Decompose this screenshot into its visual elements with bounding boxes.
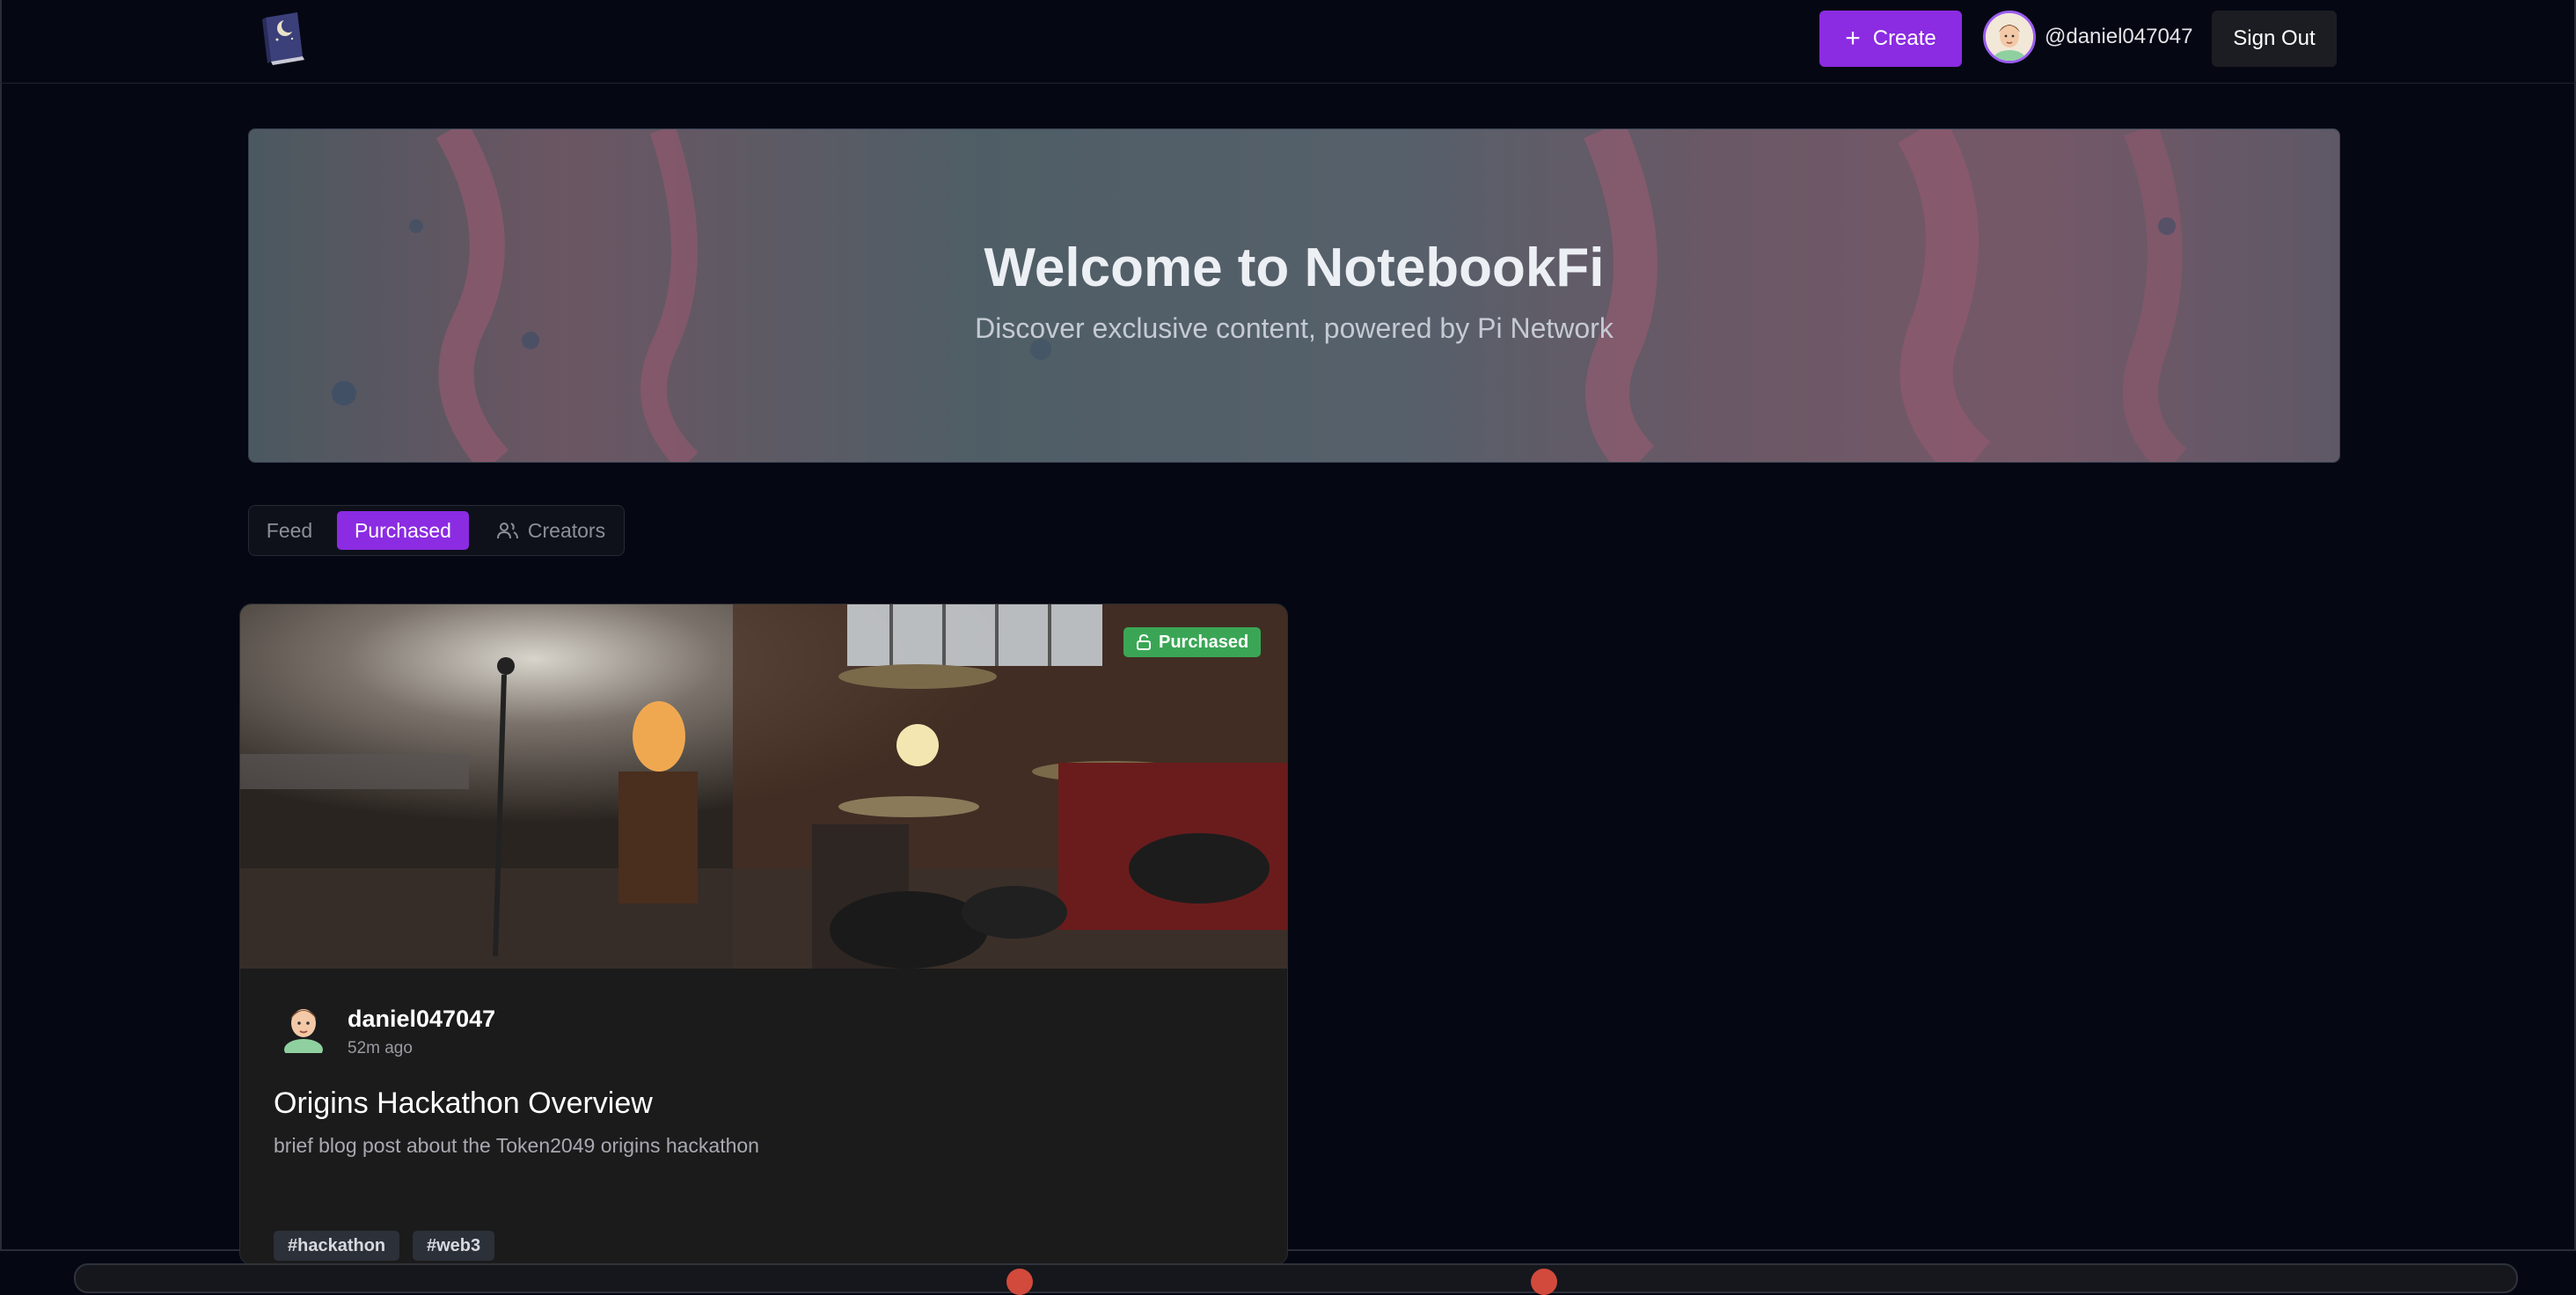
users-icon <box>496 523 518 539</box>
window-border-left <box>0 0 2 1251</box>
bottom-dock <box>74 1263 2518 1293</box>
create-button[interactable]: + Create <box>1819 11 1962 67</box>
tag-web3[interactable]: #web3 <box>413 1231 495 1261</box>
post-cover-image <box>240 604 1287 969</box>
notebook-moon-logo[interactable] <box>253 9 311 67</box>
post-timestamp: 52m ago <box>348 1039 413 1057</box>
post-title[interactable]: Origins Hackathon Overview <box>274 1086 653 1121</box>
purchased-badge-label: Purchased <box>1159 632 1249 652</box>
unlock-icon <box>1137 634 1151 650</box>
hero-subtitle: Discover exclusive content, powered by P… <box>975 312 1614 344</box>
tab-feed[interactable]: Feed <box>261 511 318 550</box>
create-button-label: Create <box>1872 26 1936 50</box>
post-card[interactable]: Purchased daniel047047 52m ago Origins H… <box>239 604 1288 1265</box>
author-name[interactable]: daniel047047 <box>348 1006 495 1033</box>
tab-creators-label: Creators <box>527 518 606 542</box>
tab-creators[interactable]: Creators <box>485 511 617 550</box>
dock-app-icon[interactable] <box>1006 1269 1033 1295</box>
tab-purchased[interactable]: Purchased <box>337 511 469 550</box>
dock-app-icon[interactable] <box>1531 1269 1557 1295</box>
content-tabs: Feed Purchased Creators <box>248 505 625 556</box>
top-header: + Create @daniel047047 Sign Out <box>0 0 2576 84</box>
author-avatar[interactable] <box>275 997 332 1053</box>
sign-out-button[interactable]: Sign Out <box>2212 11 2337 67</box>
tag-hackathon[interactable]: #hackathon <box>274 1231 400 1261</box>
purchased-badge: Purchased <box>1123 627 1262 657</box>
welcome-hero-banner: Welcome to NotebookFi Discover exclusive… <box>248 128 2340 463</box>
plus-icon: + <box>1845 24 1861 53</box>
user-avatar[interactable] <box>1983 11 2036 63</box>
hero-title: Welcome to NotebookFi <box>984 238 1605 298</box>
header-username[interactable]: @daniel047047 <box>2045 25 2193 49</box>
post-description: brief blog post about the Token2049 orig… <box>274 1134 759 1157</box>
avatar-illustration <box>1986 13 2033 61</box>
